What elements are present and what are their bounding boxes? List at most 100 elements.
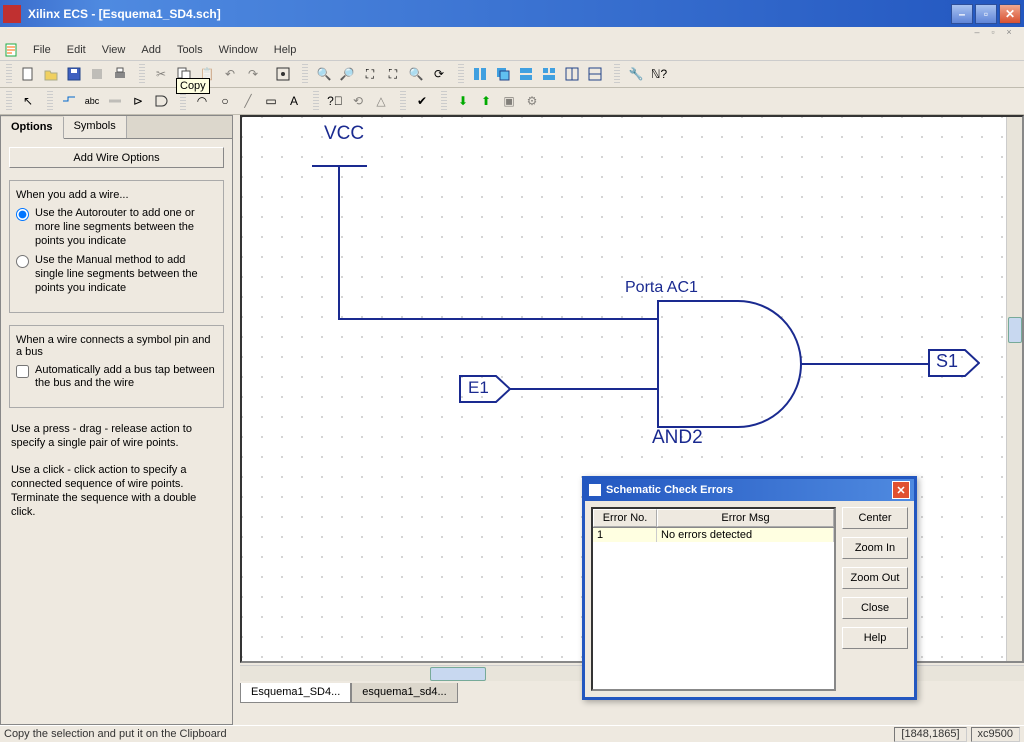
print-button[interactable] <box>109 63 131 85</box>
menu-edit[interactable]: Edit <box>59 42 94 60</box>
menu-bar: File Edit View Add Tools Window Help <box>0 42 1024 61</box>
toolbar-grip[interactable] <box>139 64 145 84</box>
toolbar-grip[interactable] <box>6 64 12 84</box>
window-cascade-button[interactable] <box>492 63 514 85</box>
menu-help[interactable]: Help <box>266 42 305 60</box>
generate-button[interactable]: ⚙ <box>521 90 543 112</box>
open-button[interactable] <box>40 63 62 85</box>
col-error-no[interactable]: Error No. <box>593 509 657 527</box>
zoom-fit-button[interactable]: ⛶ <box>359 63 381 85</box>
hierarchy-up-button[interactable]: ⬆ <box>475 90 497 112</box>
mdi-minimize-button[interactable]: – <box>970 27 984 39</box>
opt-autorouter-radio[interactable] <box>16 208 29 221</box>
wire-tool[interactable] <box>58 90 80 112</box>
window-arrange2-button[interactable] <box>538 63 560 85</box>
dialog-titlebar[interactable]: Schematic Check Errors ✕ <box>585 479 914 501</box>
toolbar-grip[interactable] <box>400 91 406 111</box>
query-tool[interactable]: ?⃞ <box>324 90 346 112</box>
close-button[interactable]: Close <box>842 597 908 619</box>
toolbar-grip[interactable] <box>6 91 12 111</box>
window-layout1-button[interactable] <box>561 63 583 85</box>
menu-window[interactable]: Window <box>211 42 266 60</box>
context-help-button[interactable]: ℕ? <box>648 63 670 85</box>
scroll-thumb[interactable] <box>1008 317 1022 343</box>
tab-options[interactable]: Options <box>1 117 64 139</box>
redo-button[interactable]: ↷ <box>242 63 264 85</box>
toolbar-grip[interactable] <box>614 64 620 84</box>
mdi-close-button[interactable]: × <box>1002 27 1016 39</box>
toolbar-grip[interactable] <box>302 64 308 84</box>
and-gate[interactable] <box>657 300 817 428</box>
zoom-select-button[interactable]: 🔍 <box>405 63 427 85</box>
scroll-thumb[interactable] <box>430 667 486 681</box>
group2-intro: When a wire connects a symbol pin and a … <box>16 334 217 358</box>
tab-symbols[interactable]: Symbols <box>64 116 127 138</box>
wire-mode-group: When you add a wire... Use the Autoroute… <box>9 180 224 313</box>
refresh-button[interactable]: ⟳ <box>428 63 450 85</box>
minimize-button[interactable]: – <box>951 4 973 24</box>
zoom-in-button[interactable]: Zoom In <box>842 537 908 559</box>
wire-out <box>801 363 929 365</box>
maximize-button[interactable]: ▫ <box>975 4 997 24</box>
mirror-tool[interactable]: △ <box>370 90 392 112</box>
cut-button[interactable]: ✂ <box>150 63 172 85</box>
save-button[interactable] <box>63 63 85 85</box>
zoom-out-button[interactable]: Zoom Out <box>842 567 908 589</box>
select-tool[interactable]: ↖ <box>17 90 39 112</box>
rotate-tool[interactable]: ⟲ <box>347 90 369 112</box>
vertical-scrollbar[interactable] <box>1006 117 1022 661</box>
circle-tool[interactable]: ○ <box>214 90 236 112</box>
toolbar-grip[interactable] <box>47 91 53 111</box>
mdi-restore-button[interactable]: ▫ <box>986 27 1000 39</box>
sidebar: Options Symbols Add Wire Options When yo… <box>0 115 233 725</box>
window-arrange1-button[interactable] <box>515 63 537 85</box>
zoom-area-button[interactable]: ⛶ <box>382 63 404 85</box>
bus-tool[interactable] <box>104 90 126 112</box>
window-tile-button[interactable] <box>469 63 491 85</box>
toolbar-grip[interactable] <box>313 91 319 111</box>
create-symbol-button[interactable]: ▣ <box>498 90 520 112</box>
col-error-msg[interactable]: Error Msg <box>657 509 834 527</box>
snap-button[interactable] <box>272 63 294 85</box>
help-button[interactable]: Help <box>842 627 908 649</box>
error-list[interactable]: Error No. Error Msg 1 No errors detected <box>591 507 836 691</box>
io-marker-tool[interactable]: ⊳ <box>127 90 149 112</box>
toolbar-grip[interactable] <box>441 91 447 111</box>
doc-tab-2[interactable]: esquema1_sd4... <box>351 683 457 703</box>
toolbar-grip[interactable] <box>180 91 186 111</box>
close-button[interactable]: ✕ <box>999 4 1021 24</box>
app-icon <box>3 5 21 23</box>
check-tool[interactable]: ✔ <box>411 90 433 112</box>
title-bar: Xilinx ECS - [Esquema1_SD4.sch] – ▫ ✕ <box>0 0 1024 27</box>
text-tool[interactable]: A <box>283 90 305 112</box>
zoom-in-button[interactable]: 🔍 <box>313 63 335 85</box>
hierarchy-down-button[interactable]: ⬇ <box>452 90 474 112</box>
opt-manual-label: Use the Manual method to add single line… <box>35 254 217 295</box>
error-row[interactable]: 1 No errors detected <box>593 528 834 542</box>
save-all-button[interactable] <box>86 63 108 85</box>
wire-to-and-top <box>338 318 658 320</box>
doc-tab-1[interactable]: Esquema1_SD4... <box>240 683 351 703</box>
mdi-controls: – ▫ × <box>0 27 1024 42</box>
net-name-tool[interactable]: abc <box>81 90 103 112</box>
menu-view[interactable]: View <box>94 42 134 60</box>
add-wire-options-button[interactable]: Add Wire Options <box>9 147 224 168</box>
symbol-tool[interactable] <box>150 90 172 112</box>
menu-file[interactable]: File <box>25 42 59 60</box>
help-text-1: Use a press - drag - release action to s… <box>9 420 224 453</box>
tools-button[interactable]: 🔧 <box>625 63 647 85</box>
center-button[interactable]: Center <box>842 507 908 529</box>
menu-tools[interactable]: Tools <box>169 42 211 60</box>
dialog-close-button[interactable]: ✕ <box>892 481 910 499</box>
undo-button[interactable]: ↶ <box>219 63 241 85</box>
menu-add[interactable]: Add <box>133 42 169 60</box>
opt-manual-radio[interactable] <box>16 255 29 268</box>
toolbar-grip[interactable] <box>458 64 464 84</box>
new-button[interactable] <box>17 63 39 85</box>
zoom-out-button[interactable]: 🔎 <box>336 63 358 85</box>
line-tool[interactable]: ╱ <box>237 90 259 112</box>
rect-tool[interactable]: ▭ <box>260 90 282 112</box>
opt-autorouter-label: Use the Autorouter to add one or more li… <box>35 207 217 248</box>
opt-bustap-checkbox[interactable] <box>16 365 29 378</box>
window-layout2-button[interactable] <box>584 63 606 85</box>
